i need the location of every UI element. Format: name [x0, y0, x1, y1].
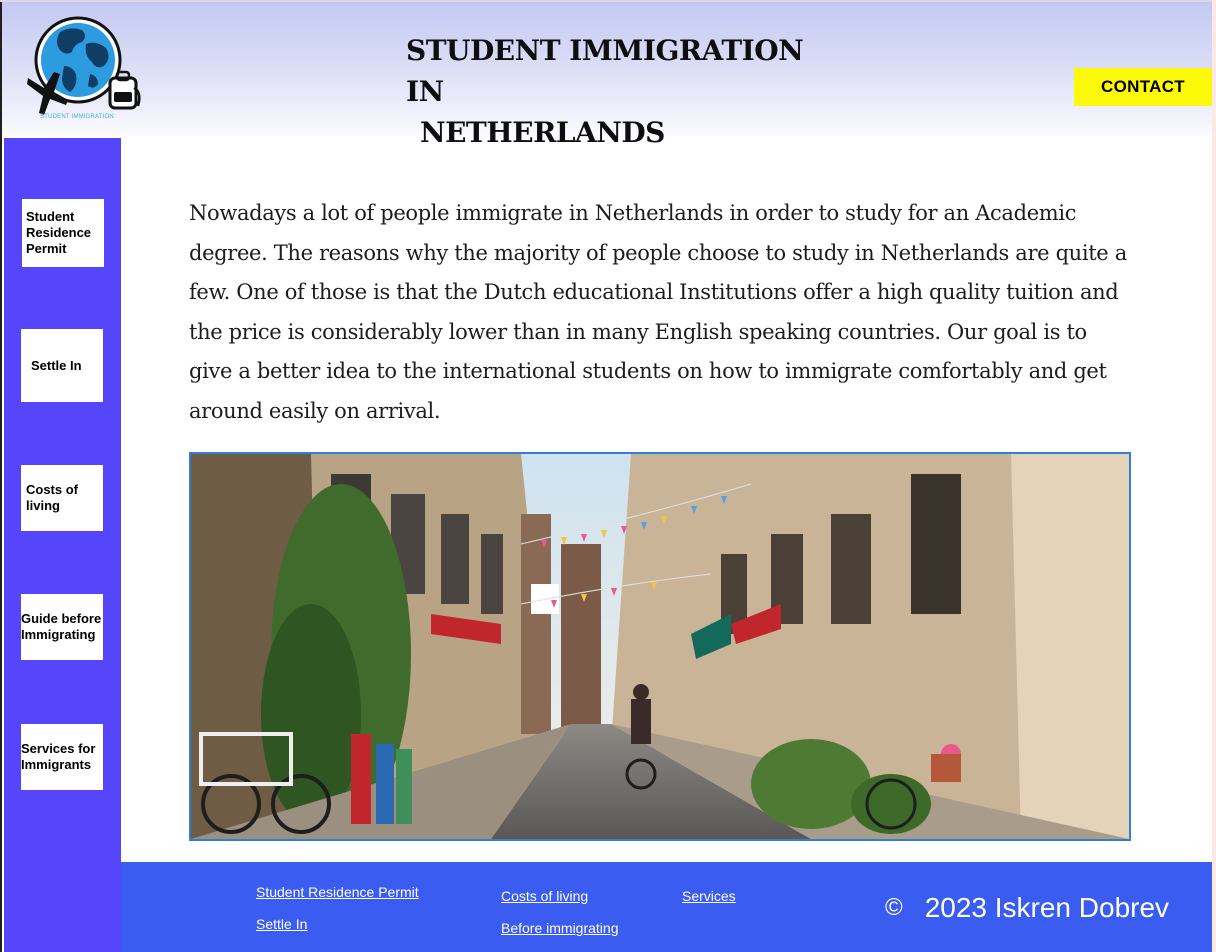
sidebar-item-guide-before-immigrating[interactable]: Guide before Immigrating — [21, 594, 103, 660]
sidebar-item-label: Costs of living — [26, 482, 78, 513]
sidebar-item-label: Guide before Immigrating — [21, 611, 102, 642]
footer-link-settle-in[interactable]: Settle In — [256, 916, 307, 932]
sidebar-nav: Student Residence Permit Settle In Costs… — [4, 138, 121, 952]
sidebar-item-student-residence-permit[interactable]: Student Residence Permit — [22, 199, 104, 267]
footer-link-before-immigrating[interactable]: Before immigrating — [501, 920, 619, 936]
sidebar-item-settle-in[interactable]: Settle In — [21, 329, 103, 402]
copyright-icon: © — [885, 894, 903, 921]
amsterdam-street-photo — [189, 452, 1131, 841]
footer-link-services[interactable]: Services — [682, 888, 736, 904]
page-right-edge — [1212, 0, 1216, 952]
page-title-line2: NETHERLANDS — [420, 116, 665, 149]
copyright-text: 2023 Iskren Dobrev — [924, 892, 1170, 923]
sidebar-item-label: Settle In — [31, 357, 82, 373]
sidebar-item-costs-of-living[interactable]: Costs of living — [21, 465, 103, 531]
sidebar-item-label: Services for Immigrants — [21, 741, 96, 772]
sidebar-item-services-for-immigrants[interactable]: Services for Immigrants — [21, 724, 103, 790]
logo-caption: STUDENT IMMIGRATION — [40, 114, 114, 120]
site-header: STUDENT IMMIGRATION STUDENT IMMIGRATION … — [2, 2, 1212, 149]
site-footer: Student Residence Permit Settle In Costs… — [121, 862, 1212, 952]
footer-link-student-residence-permit[interactable]: Student Residence Permit — [256, 884, 419, 900]
globe-plane-logo-icon[interactable] — [24, 14, 146, 124]
intro-paragraph: Nowadays a lot of people immigrate in Ne… — [189, 201, 1127, 423]
page-title: STUDENT IMMIGRATION IN NETHERLANDS — [406, 30, 846, 153]
copyright: © 2023 Iskren Dobrev — [885, 892, 1169, 924]
footer-link-costs-of-living[interactable]: Costs of living — [501, 888, 588, 904]
sidebar-item-label: Student Residence Permit — [26, 209, 92, 256]
contact-button[interactable]: CONTACT — [1074, 68, 1212, 106]
page-left-edge — [0, 0, 2, 952]
page-title-line1: STUDENT IMMIGRATION IN — [406, 34, 804, 108]
